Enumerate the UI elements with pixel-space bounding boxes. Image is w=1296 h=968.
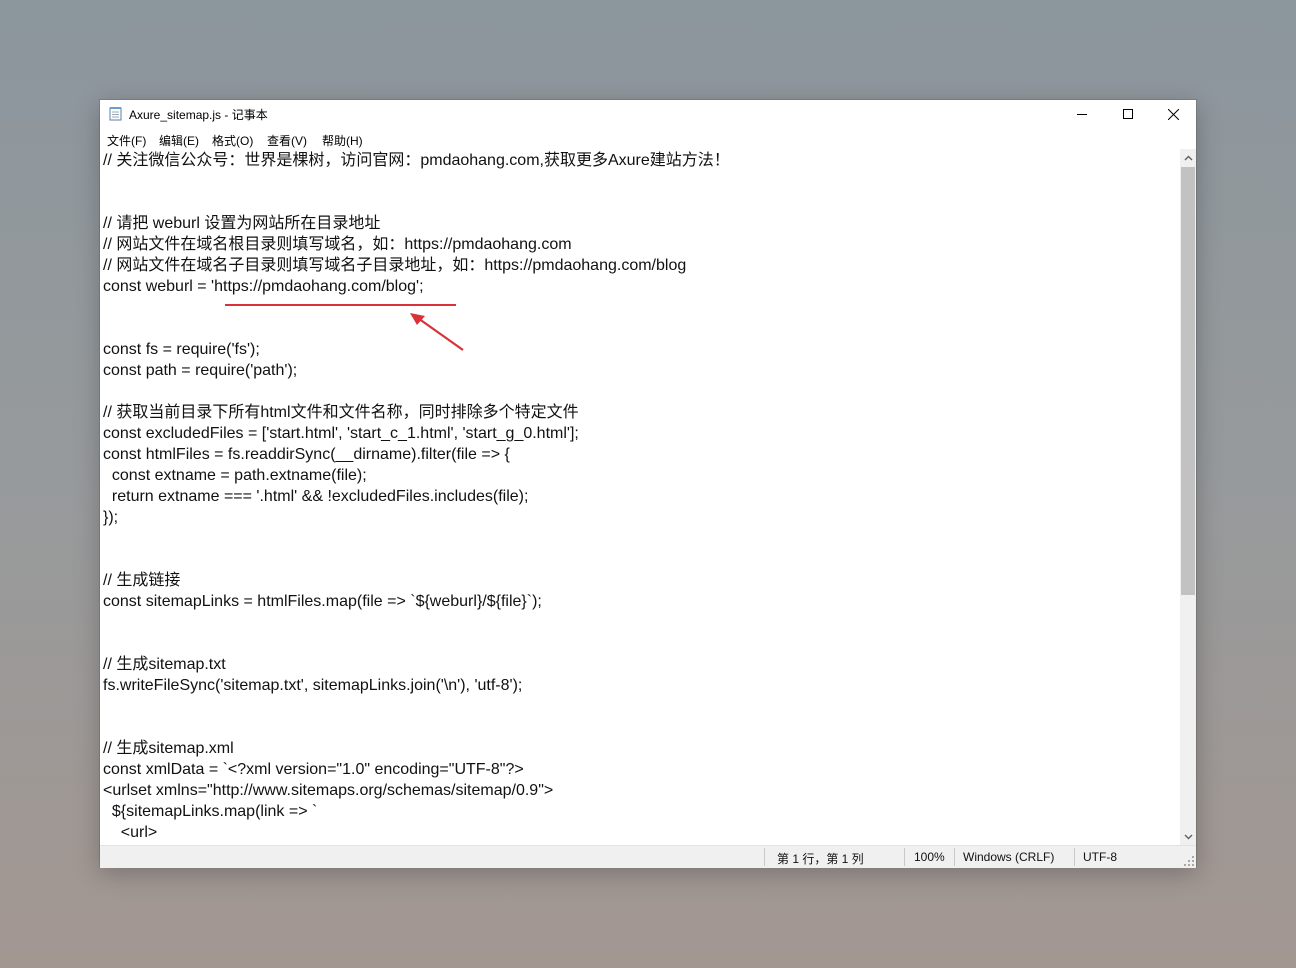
menu-bar: 文件(F) 编辑(E) 格式(O) 查看(V) 帮助(H) (100, 128, 1196, 148)
text-editor[interactable]: // 关注微信公众号：世界是棵树，访问官网：pmdaohang.com,获取更多… (100, 149, 1180, 845)
status-divider (954, 848, 955, 866)
resize-grip-icon[interactable] (1184, 856, 1194, 866)
annotation-underline (225, 304, 456, 306)
line-ending: Windows (CRLF) (963, 850, 1055, 864)
code-line: fs.writeFileSync('sitemap.txt', sitemapL… (103, 677, 523, 694)
chevron-down-icon (1184, 834, 1192, 839)
code-line: const fs = require('fs'); (103, 341, 260, 358)
window-title: Axure_sitemap.js - 记事本 (129, 108, 268, 122)
code-line: const htmlFiles = fs.readdirSync(__dirna… (103, 446, 510, 463)
code-line: // 网站文件在域名子目录则填写域名子目录地址，如：https://pmdaoh… (103, 257, 687, 274)
code-line: // 请把 weburl 设置为网站所在目录地址 (103, 215, 381, 232)
menu-help[interactable]: 帮助(H) (322, 132, 363, 149)
code-line: ${sitemapLinks.map(link => ` (103, 803, 318, 820)
code-line: const xmlData = `<?xml version="1.0" enc… (103, 761, 524, 778)
code-line: // 网站文件在域名根目录则填写域名，如：https://pmdaohang.c… (103, 236, 572, 253)
code-line: }); (103, 509, 119, 526)
status-divider (1074, 848, 1075, 866)
maximize-icon (1123, 109, 1133, 119)
cursor-position: 第 1 行，第 1 列 (777, 852, 864, 866)
scroll-up-button[interactable] (1180, 149, 1196, 166)
code-line: const path = require('path'); (103, 362, 298, 379)
code-line: <urlset xmlns="http://www.sitemaps.org/s… (103, 782, 554, 799)
code-line: // 关注微信公众号：世界是棵树，访问官网：pmdaohang.com,获取更多… (103, 152, 730, 169)
annotation-arrow-icon (410, 313, 464, 351)
menu-view[interactable]: 查看(V) (267, 132, 307, 149)
status-divider (904, 848, 905, 866)
status-divider (764, 848, 765, 866)
code-line: // 生成sitemap.xml (103, 740, 234, 757)
minimize-icon (1077, 114, 1087, 115)
notepad-window: Axure_sitemap.js - 记事本 文件(F) 编辑(E) 格式(O)… (100, 100, 1196, 868)
scroll-thumb[interactable] (1181, 167, 1195, 595)
menu-file[interactable]: 文件(F) (107, 132, 146, 149)
code-line: const sitemapLinks = htmlFiles.map(file … (103, 593, 542, 610)
close-button[interactable] (1150, 100, 1196, 128)
zoom-level: 100% (914, 850, 945, 864)
vertical-scrollbar[interactable] (1180, 149, 1196, 845)
status-bar: 第 1 行，第 1 列 100% Windows (CRLF) UTF-8 (100, 845, 1196, 868)
menu-edit[interactable]: 编辑(E) (159, 132, 199, 149)
code-line: const excludedFiles = ['start.html', 'st… (103, 425, 579, 442)
code-line: // 获取当前目录下所有html文件和文件名称，同时排除多个特定文件 (103, 404, 579, 421)
notepad-icon (109, 107, 122, 121)
encoding: UTF-8 (1083, 850, 1117, 864)
menu-format[interactable]: 格式(O) (212, 132, 253, 149)
chevron-up-icon (1184, 155, 1192, 160)
code-line: <url> (103, 824, 158, 841)
maximize-button[interactable] (1105, 100, 1151, 128)
code-line: return extname === '.html' && !excludedF… (103, 488, 529, 505)
scroll-down-button[interactable] (1180, 828, 1196, 845)
close-icon (1167, 108, 1179, 120)
title-bar[interactable]: Axure_sitemap.js - 记事本 (100, 100, 1196, 128)
code-line: // 生成sitemap.txt (103, 656, 226, 673)
code-line: // 生成链接 (103, 572, 181, 589)
code-line: const extname = path.extname(file); (103, 467, 367, 484)
minimize-button[interactable] (1059, 100, 1105, 128)
code-line: const weburl = 'https://pmdaohang.com/bl… (103, 278, 424, 295)
